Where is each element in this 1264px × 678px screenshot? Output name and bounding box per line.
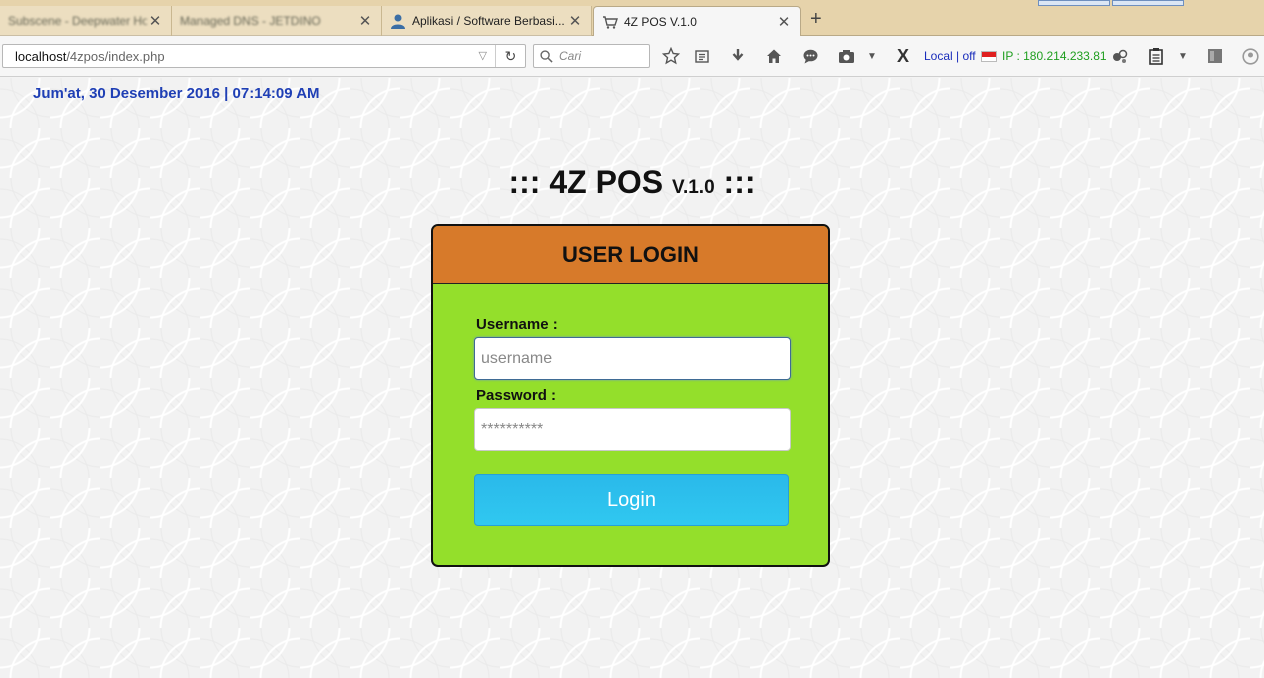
bookmark-star-icon[interactable] — [661, 46, 681, 66]
home-icon[interactable] — [764, 46, 784, 66]
window-control[interactable] — [1038, 0, 1110, 6]
tab-strip: Subscene - Deepwater Ho... ✕ Managed DNS… — [0, 0, 1264, 37]
chat-icon[interactable] — [800, 46, 820, 66]
reading-list-icon[interactable] — [692, 46, 712, 66]
page-content: Jum'at, 30 Desember 2016 | 07:14:09 AM :… — [0, 78, 1264, 678]
close-icon[interactable]: ✕ — [147, 12, 163, 30]
title-tail: ::: — [714, 164, 756, 200]
tab-title: Managed DNS - JETDINO — [180, 14, 321, 28]
password-input[interactable] — [474, 408, 791, 451]
search-placeholder: Cari — [559, 49, 582, 63]
tab-aplikasi-software[interactable]: Aplikasi / Software Berbasi... ✕ — [382, 6, 592, 36]
search-input[interactable]: Cari — [533, 44, 650, 68]
window-control[interactable] — [1112, 0, 1184, 6]
navigation-toolbar: localhost/4zpos/index.php ▽ ↻ Cari ▼ X L… — [0, 36, 1264, 77]
cart-icon — [602, 14, 618, 30]
username-label: Username : — [476, 316, 558, 333]
account-icon[interactable] — [1240, 46, 1260, 66]
username-input[interactable] — [474, 337, 791, 380]
x-addon-icon[interactable]: X — [893, 46, 913, 66]
user-avatar-icon — [390, 13, 406, 29]
tab-title: Aplikasi / Software Berbasi... — [412, 14, 565, 28]
screenshot-icon[interactable] — [836, 46, 856, 66]
login-button[interactable]: Login — [474, 474, 789, 526]
new-tab-plus-icon[interactable]: + — [810, 8, 822, 31]
url-host: localhost — [15, 48, 67, 64]
history-dropdown-icon[interactable]: ▽ — [479, 49, 487, 62]
address-bar[interactable]: localhost/4zpos/index.php ▽ ↻ — [2, 44, 526, 68]
reload-icon[interactable]: ↻ — [495, 45, 525, 67]
extension-icon[interactable] — [1110, 46, 1130, 66]
tab-managed-dns[interactable]: Managed DNS - JETDINO ✕ — [172, 6, 382, 36]
title-main: ::: 4Z POS — [508, 164, 673, 200]
search-icon — [540, 49, 553, 63]
download-icon[interactable] — [728, 46, 748, 66]
date-time-display: Jum'at, 30 Desember 2016 | 07:14:09 AM — [33, 85, 320, 102]
tab-title: Subscene - Deepwater Ho... — [8, 14, 147, 28]
page-title: ::: 4Z POS V.1.0 ::: — [0, 164, 1264, 201]
chevron-down-icon[interactable]: ▼ — [862, 46, 882, 66]
ip-address: IP : 180.214.233.81 — [1002, 49, 1107, 63]
title-version: V.1.0 — [672, 177, 715, 198]
login-header: USER LOGIN — [433, 226, 828, 284]
close-icon[interactable]: ✕ — [357, 12, 373, 30]
url-path: /4zpos/index.php — [66, 48, 165, 64]
flag-indonesia-icon — [981, 51, 997, 62]
clipboard-icon[interactable] — [1146, 46, 1166, 66]
addon-status: Local | off — [924, 49, 976, 63]
tab-4z-pos[interactable]: 4Z POS V.1.0 ✕ — [593, 6, 801, 37]
tab-title: 4Z POS V.1.0 — [624, 15, 697, 29]
close-icon[interactable]: ✕ — [567, 12, 583, 30]
chevron-down-icon[interactable]: ▼ — [1173, 46, 1193, 66]
login-panel: USER LOGIN Username : Password : Login — [431, 224, 830, 567]
close-icon[interactable]: ✕ — [776, 13, 792, 31]
tab-subscene[interactable]: Subscene - Deepwater Ho... ✕ — [0, 6, 172, 36]
password-label: Password : — [476, 387, 557, 404]
sidebar-icon[interactable] — [1205, 46, 1225, 66]
